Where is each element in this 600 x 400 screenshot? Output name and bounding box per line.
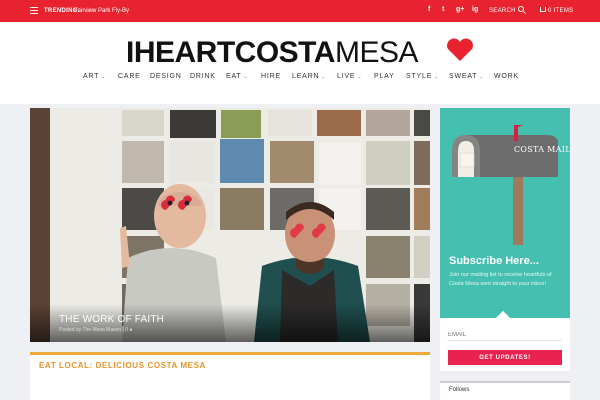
nav-item-sweat[interactable]: SWEAT ⌄ [449,73,484,80]
nav-item-design[interactable]: DESIGN [150,73,182,80]
featured-post[interactable]: THE WORK OF FAITH Posted by The Mesa Mav… [30,108,430,342]
trending-link[interactable]: Fairview Park Fly-By [74,8,129,14]
cart-icon[interactable] [540,7,546,12]
chevron-down-icon: ⌄ [321,74,327,80]
follows-widget: Follows [440,381,570,400]
logo-part-iheart: IHEART [126,36,235,69]
facebook-icon[interactable]: f [428,6,430,13]
site-header: IHEARTCOSTAMESA ART ⌄ CARE DESIGN DRINK E… [0,22,600,104]
chevron-down-icon: ⌄ [243,74,249,80]
nav-item-art[interactable]: ART ⌄ [83,73,106,80]
heart-icon [447,38,473,61]
google-plus-icon[interactable]: g+ [456,6,464,13]
chevron-down-icon: ⌄ [479,74,485,80]
section-eat-local: EAT LOCAL: DELICIOUS COSTA MESA [30,352,430,400]
nav-item-drink[interactable]: DRINK [190,73,216,80]
nav-item-live[interactable]: LIVE ⌄ [337,73,362,80]
featured-post-title[interactable]: THE WORK OF FAITH [59,314,164,325]
nav-item-work[interactable]: WORK [494,73,519,80]
section-title[interactable]: EAT LOCAL: DELICIOUS COSTA MESA [39,361,206,370]
nav-item-learn[interactable]: LEARN ⌄ [292,73,326,80]
get-updates-button[interactable]: GET UPDATES! [448,350,562,365]
site-logo[interactable]: IHEARTCOSTAMESA [126,36,418,70]
nav-item-style[interactable]: STYLE ⌄ [406,73,439,80]
chevron-down-icon: ⌄ [434,74,440,80]
follows-title: Follows [449,387,470,393]
menu-icon[interactable] [30,7,38,15]
twitter-icon[interactable]: t [442,6,444,13]
subscribe-title: Subscribe Here... [449,255,539,267]
nav-item-eat[interactable]: EAT ⌄ [226,73,249,80]
featured-post-meta: Posted by The Mesa Maven | 0 ● [59,327,133,333]
nav-item-hire[interactable]: HIRE [261,73,281,80]
subscribe-form: GET UPDATES! [440,310,570,371]
nav-item-care[interactable]: CARE [118,73,141,80]
mailbox-label: COSTA MAIL [514,145,571,154]
cart-count[interactable]: 0 ITEMS [548,8,573,14]
search-icon[interactable] [518,6,524,12]
mailbox-post [513,175,523,245]
chevron-down-icon: ⌄ [357,74,363,80]
subscribe-description: Join our mailing list to receive heartfu… [449,272,552,287]
email-field[interactable] [448,329,562,341]
nav-item-play[interactable]: PLAY [374,73,395,80]
search-label[interactable]: SEARCH [489,8,516,14]
main-nav: ART ⌄ CARE DESIGN DRINK EAT ⌄ HIRE LEARN ⌄ … [0,73,600,87]
logo-part-costa: COSTA [234,36,336,69]
chevron-down-icon: ⌄ [101,74,107,80]
logo-part-mesa: MESA [334,36,419,69]
instagram-icon[interactable]: ig [472,6,478,13]
top-bar: TRENDING: Fairview Park Fly-By f t g+ ig… [0,0,600,22]
